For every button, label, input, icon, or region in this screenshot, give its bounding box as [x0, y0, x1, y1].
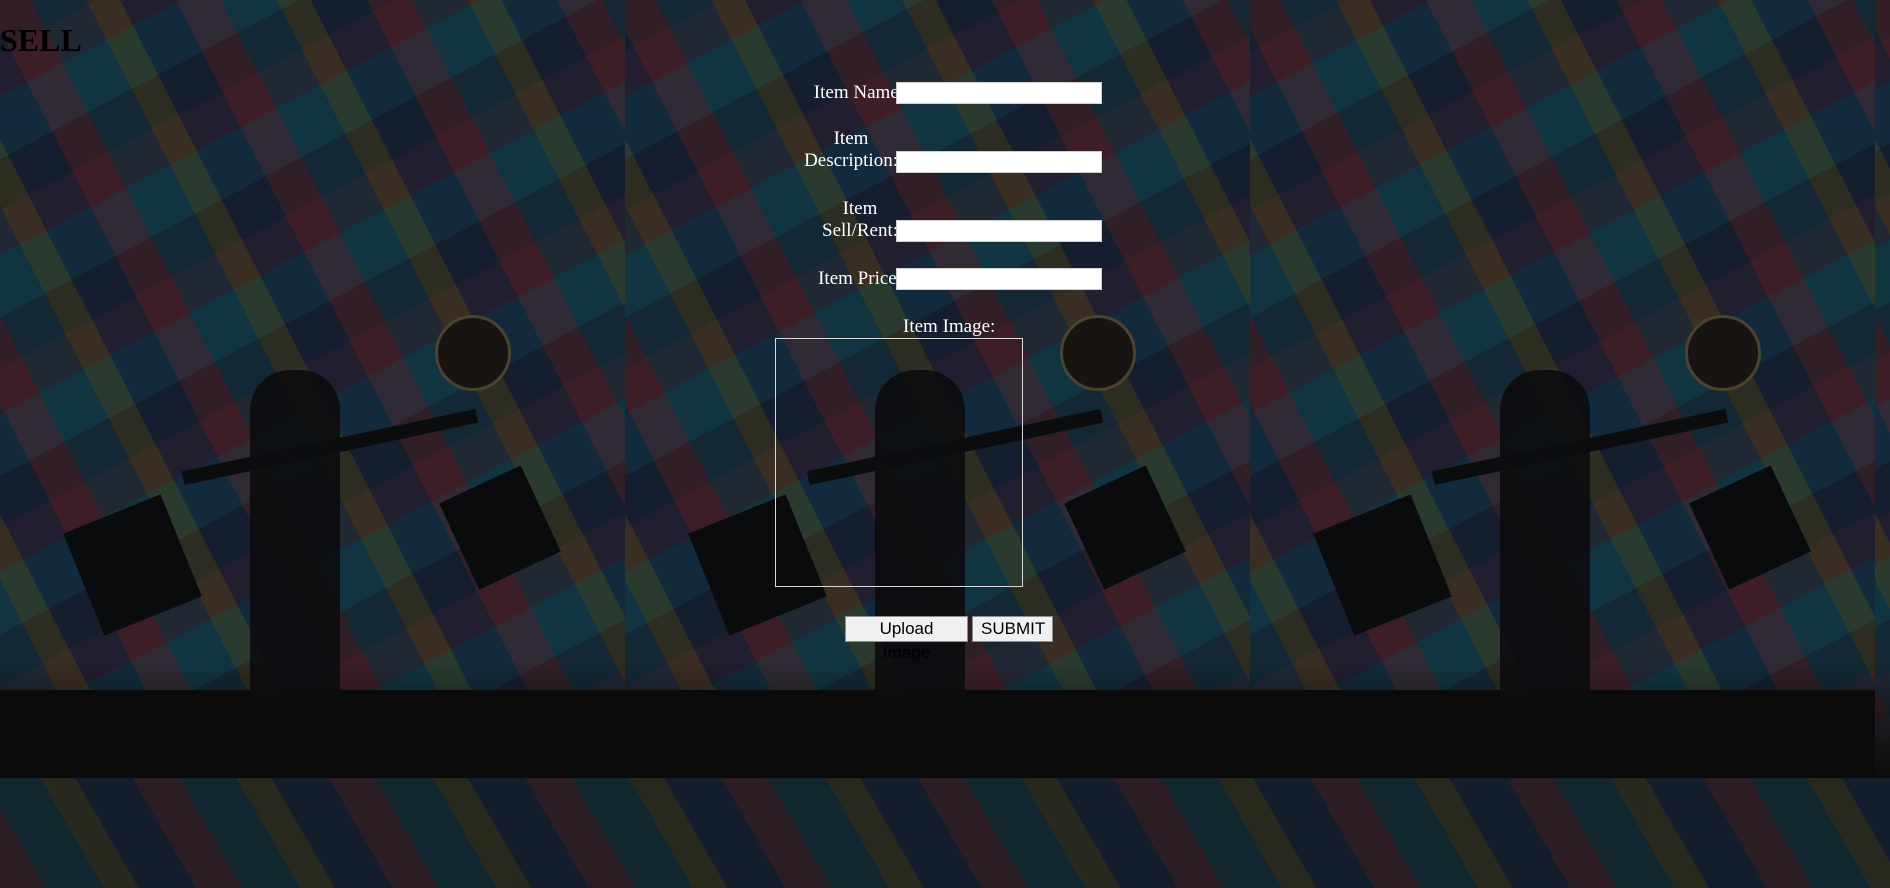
page-title: SELL — [0, 22, 82, 58]
item-sell-rent-input[interactable] — [896, 220, 1102, 242]
item-price-label: Item Price: — [818, 268, 902, 289]
item-image-preview — [775, 338, 1023, 587]
item-name-input[interactable] — [896, 82, 1102, 104]
item-description-label-line1: Item — [833, 128, 869, 149]
item-image-label: Item Image: — [903, 316, 996, 337]
item-sell-rent-label-line2: Sell/Rent: — [822, 220, 898, 241]
item-description-label: Item Description: — [804, 128, 898, 172]
item-sell-rent-label-line1: Item — [842, 198, 878, 219]
item-sell-rent-label: Item Sell/Rent: — [822, 198, 898, 242]
item-price-input[interactable] — [896, 268, 1102, 290]
item-description-label-line2: Description: — [804, 150, 898, 171]
submit-button[interactable]: SUBMIT — [972, 616, 1053, 642]
item-name-label: Item Name: — [813, 82, 904, 103]
upload-image-button[interactable]: Upload Image — [845, 616, 968, 662]
item-description-input[interactable] — [896, 151, 1102, 173]
